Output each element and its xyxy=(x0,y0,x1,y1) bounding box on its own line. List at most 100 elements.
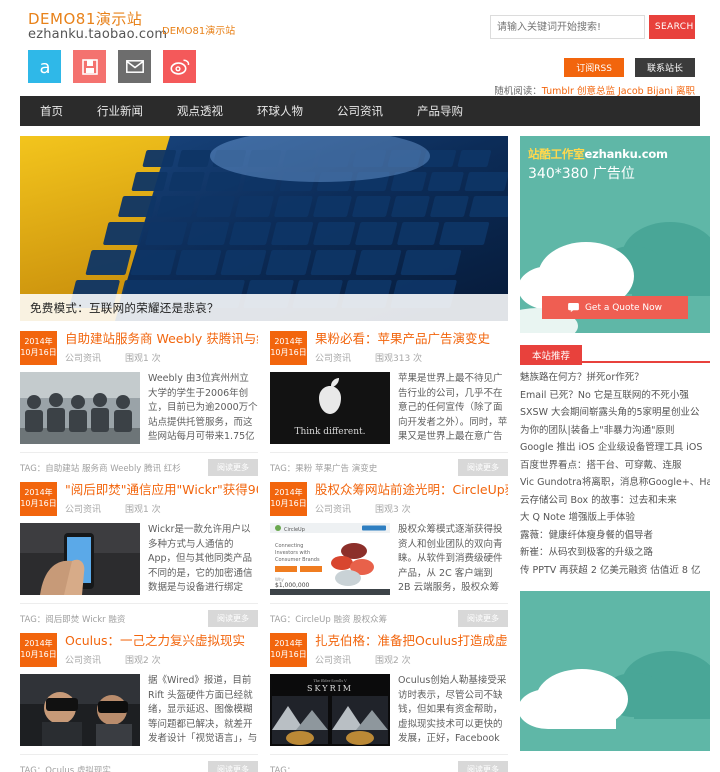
article-excerpt: 股权众筹模式逐渐获得投资人和创业团队的双向青睐。从软件到消费级硬件产品，从 2C… xyxy=(398,524,503,593)
nav-item-3[interactable]: 环球人物 xyxy=(240,96,320,126)
article-category[interactable]: 公司资讯 xyxy=(65,502,101,515)
article-title[interactable]: 股权众筹网站前途光明：CircleUp获1400万 xyxy=(315,482,508,497)
list-item[interactable]: 大 Q Note 增强版上手体验 xyxy=(520,509,710,527)
hero-caption: 免费模式：互联网的荣耀还是悲哀？ xyxy=(20,294,508,321)
article-tags[interactable]: TAG：自助建站 服务商 Weebly 腾讯 红杉 xyxy=(20,462,181,474)
article-title-block: 果粉必看：苹果产品广告演变史 公司资讯 围观313 次 xyxy=(307,331,508,365)
article-header: 2014年 10月16日 Oculus：一己之力复兴虚拟现实 公司资讯 围观2 … xyxy=(20,633,258,667)
article-card: 2014年 10月16日 Oculus：一己之力复兴虚拟现实 公司资讯 围观2 … xyxy=(20,633,258,772)
article-category[interactable]: 公司资讯 xyxy=(315,502,351,515)
article-title[interactable]: 扎克伯格：准备把Oculus打造成虚拟现实平台 xyxy=(315,633,508,648)
list-item[interactable]: 新崔：从码农到极客的升级之路 xyxy=(520,544,710,562)
search-form[interactable]: SEARCH xyxy=(490,15,695,39)
get-quote-button[interactable]: Get a Quote Now xyxy=(542,296,688,319)
recommended-link[interactable]: Email 已死？No 它是互联网的不死小强 xyxy=(520,390,689,401)
contact-admin-button[interactable]: 联系站长 xyxy=(634,58,695,77)
hand-holding-phone-photo xyxy=(20,523,140,595)
nav-item-5[interactable]: 产品导购 xyxy=(400,96,480,126)
nav-item-1[interactable]: 行业新闻 xyxy=(80,96,160,126)
recommended-link[interactable]: Vic Gundotra将离职，消息称Google+、Hangou xyxy=(520,477,710,488)
article-tags[interactable]: TAG：阅后即焚 Wickr 融资 xyxy=(20,613,125,625)
article-category[interactable]: 公司资讯 xyxy=(315,653,351,666)
list-item[interactable]: 为你的团队|装备上"非暴力沟通"原则 xyxy=(520,422,710,440)
recommended-link[interactable]: Google 推出 iOS 企业级设备管理工具 iOS xyxy=(520,442,702,453)
article-tags[interactable]: TAG： xyxy=(270,764,295,772)
list-item[interactable]: Email 已死？No 它是互联网的不死小强 xyxy=(520,387,710,405)
article-category[interactable]: 公司资讯 xyxy=(315,351,351,364)
list-item[interactable]: 云存储公司 Box 的故事：过去和未来 xyxy=(520,492,710,510)
article-card: 2014年 10月16日 "阅后即焚"通信应用"Wickr"获得900万美元融 … xyxy=(20,482,258,633)
mail-icon[interactable] xyxy=(118,50,151,83)
svg-text:Think different.: Think different. xyxy=(294,427,365,437)
article-thumbnail[interactable] xyxy=(20,523,140,595)
read-more-button[interactable]: 阅读更多 xyxy=(458,610,508,627)
recommended-link[interactable]: 传 PPTV 再获超 2 亿美元融资 估值近 8 亿 xyxy=(520,565,701,576)
main-navigation: 首页 行业新闻 观点透视 环球人物 公司资讯 产品导购 xyxy=(20,96,700,126)
date-day: 10月16日 xyxy=(20,499,57,508)
article-title[interactable]: "阅后即焚"通信应用"Wickr"获得900万美元融 xyxy=(65,482,258,497)
date-year: 2014年 xyxy=(24,337,53,346)
article-title-block: Oculus：一己之力复兴虚拟现实 公司资讯 围观2 次 xyxy=(57,633,258,667)
hero-featured-post[interactable]: 免费模式：互联网的荣耀还是悲哀？ xyxy=(20,136,508,321)
read-more-button[interactable]: 阅读更多 xyxy=(458,459,508,476)
article-footer: TAG：果粉 苹果广告 演变史 阅读更多 xyxy=(270,452,508,476)
list-item[interactable]: SXSW 大会期间崭露头角的5家明星创业公 xyxy=(520,404,710,422)
article-header: 2014年 10月16日 果粉必看：苹果产品广告演变史 公司资讯 围观313 次 xyxy=(270,331,508,365)
read-more-button[interactable]: 阅读更多 xyxy=(208,610,258,627)
site-logo[interactable]: DEMO81演示站 ezhanku.taobao.com xyxy=(28,11,167,42)
read-more-button[interactable]: 阅读更多 xyxy=(208,459,258,476)
nav-item-2[interactable]: 观点透视 xyxy=(160,96,240,126)
read-more-button[interactable]: 阅读更多 xyxy=(458,761,508,772)
nav-item-4[interactable]: 公司资讯 xyxy=(320,96,400,126)
list-item[interactable]: 百度世界看点：搭干台、可穿戴、连服 xyxy=(520,457,710,475)
list-item[interactable]: 露薇：健康纤体瘦身餐的倡导者 xyxy=(520,527,710,545)
recommended-widget: 本站推荐 魅族路在何方？拼死or作死？ Email 已死？No 它是互联网的不死… xyxy=(520,345,710,579)
article-title[interactable]: 自助建站服务商 Weebly 获腾讯与红杉3500 xyxy=(65,331,258,346)
article-views: 围观1 次 xyxy=(125,505,161,515)
search-input[interactable] xyxy=(490,15,645,39)
nav-item-0[interactable]: 首页 xyxy=(20,96,80,126)
recommended-link[interactable]: 云存储公司 Box 的故事：过去和未来 xyxy=(520,495,677,506)
article-tags[interactable]: TAG：Oculus 虚拟现实 xyxy=(20,764,111,772)
random-read-link[interactable]: Tumblr 创意总监 Jacob Bijani 离职 xyxy=(542,86,695,97)
rss-subscribe-button[interactable]: 订阅RSS xyxy=(564,58,624,77)
article-views: 围观1 次 xyxy=(125,354,161,364)
read-more-button[interactable]: 阅读更多 xyxy=(208,761,258,772)
ad-banner-top[interactable]: 站酷工作室ezhanku.com 340*380 广告位 Get a Quote… xyxy=(520,136,710,333)
alipay-icon[interactable]: a xyxy=(28,50,61,83)
recommended-link[interactable]: 大 Q Note 增强版上手体验 xyxy=(520,512,635,523)
article-thumbnail[interactable]: The Elder Scrolls V SKYRIM xyxy=(270,674,390,746)
article-category[interactable]: 公司资讯 xyxy=(65,653,101,666)
article-thumbnail[interactable] xyxy=(20,372,140,444)
book-icon[interactable] xyxy=(73,50,106,83)
random-read-line: 随机阅读：Tumblr 创意总监 Jacob Bijani 离职 xyxy=(494,83,695,97)
list-item[interactable]: 传 PPTV 再获超 2 亿美元融资 估值近 8 亿 xyxy=(520,562,710,580)
article-card: 2014年 10月16日 果粉必看：苹果产品广告演变史 公司资讯 围观313 次 xyxy=(270,331,508,482)
article-thumbnail[interactable]: Think different. xyxy=(270,372,390,444)
article-meta: 公司资讯 围观3 次 xyxy=(315,502,508,515)
recommended-link[interactable]: 为你的团队|装备上"非暴力沟通"原则 xyxy=(520,425,674,436)
recommended-link[interactable]: 露薇：健康纤体瘦身餐的倡导者 xyxy=(520,530,653,541)
page-root: DEMO81演示站 ezhanku.taobao.com DEMO81演示站 S… xyxy=(0,0,720,772)
recommended-link[interactable]: 百度世界看点：搭干台、可穿戴、连服 xyxy=(520,460,682,471)
svg-text:CircleUp: CircleUp xyxy=(284,527,305,533)
article-excerpt: Wickr是一款允许用户以多种方式与人通信的App，但与其他同类产品不同的是，它… xyxy=(148,524,253,593)
article-thumbnail[interactable]: CircleUp Connecting Investors with Consu… xyxy=(270,523,390,595)
main-column: 免费模式：互联网的荣耀还是悲哀？ 2014年 10月16日 自助建站服务商 We… xyxy=(20,136,508,772)
list-item[interactable]: 魅族路在何方？拼死or作死？ xyxy=(520,369,710,387)
article-title[interactable]: Oculus：一己之力复兴虚拟现实 xyxy=(65,633,258,648)
recommended-link[interactable]: 新崔：从码农到极客的升级之路 xyxy=(520,547,653,558)
weibo-icon[interactable] xyxy=(163,50,196,83)
ad-banner-bottom[interactable]: 站酷工作室ezhanku.com 340*380 广告位 Get a Quote… xyxy=(520,591,710,751)
article-tags[interactable]: TAG：果粉 苹果广告 演变史 xyxy=(270,462,377,474)
article-category[interactable]: 公司资讯 xyxy=(65,351,101,364)
list-item[interactable]: Google 推出 iOS 企业级设备管理工具 iOS xyxy=(520,439,710,457)
recommended-link[interactable]: SXSW 大会期间崭露头角的5家明星创业公 xyxy=(520,407,700,418)
skyrim-screenshot: The Elder Scrolls V SKYRIM xyxy=(270,674,390,746)
search-button[interactable]: SEARCH xyxy=(648,15,695,39)
article-title[interactable]: 果粉必看：苹果产品广告演变史 xyxy=(315,331,508,346)
article-thumbnail[interactable] xyxy=(20,674,140,746)
recommended-link[interactable]: 魅族路在何方？拼死or作死？ xyxy=(520,372,644,383)
article-tags[interactable]: TAG：CircleUp 融资 股权众筹 xyxy=(270,613,387,625)
list-item[interactable]: Vic Gundotra将离职，消息称Google+、Hangou xyxy=(520,474,710,492)
